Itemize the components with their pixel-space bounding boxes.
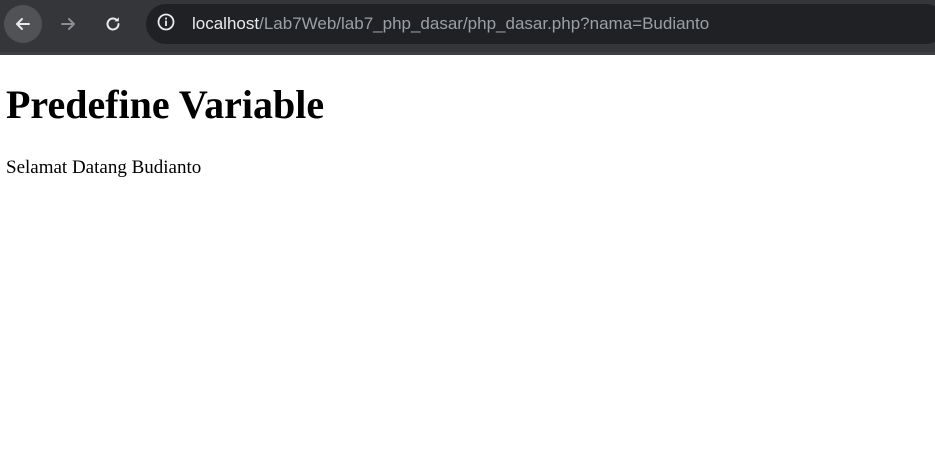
url-path: /Lab7Web/lab7_php_dasar/php_dasar.php?na… bbox=[259, 14, 710, 33]
url-host: localhost bbox=[192, 14, 260, 33]
page-heading: Predefine Variable bbox=[6, 82, 325, 127]
url-text[interactable]: localhost/Lab7Web/lab7_php_dasar/php_das… bbox=[192, 14, 709, 34]
address-bar[interactable]: localhost/Lab7Web/lab7_php_dasar/php_das… bbox=[146, 4, 935, 44]
back-button[interactable] bbox=[4, 5, 42, 43]
reload-icon bbox=[103, 14, 123, 34]
reload-button[interactable] bbox=[94, 5, 132, 43]
site-info-button[interactable] bbox=[155, 13, 177, 35]
forward-button[interactable] bbox=[49, 5, 87, 43]
browser-toolbar: localhost/Lab7Web/lab7_php_dasar/php_das… bbox=[0, 0, 935, 52]
welcome-message: Selamat Datang Budianto bbox=[6, 157, 202, 178]
info-circle-icon bbox=[156, 12, 176, 37]
arrow-left-icon bbox=[13, 14, 33, 34]
arrow-right-icon bbox=[58, 14, 78, 34]
page-content: Predefine Variable Selamat Datang Budian… bbox=[0, 55, 935, 457]
